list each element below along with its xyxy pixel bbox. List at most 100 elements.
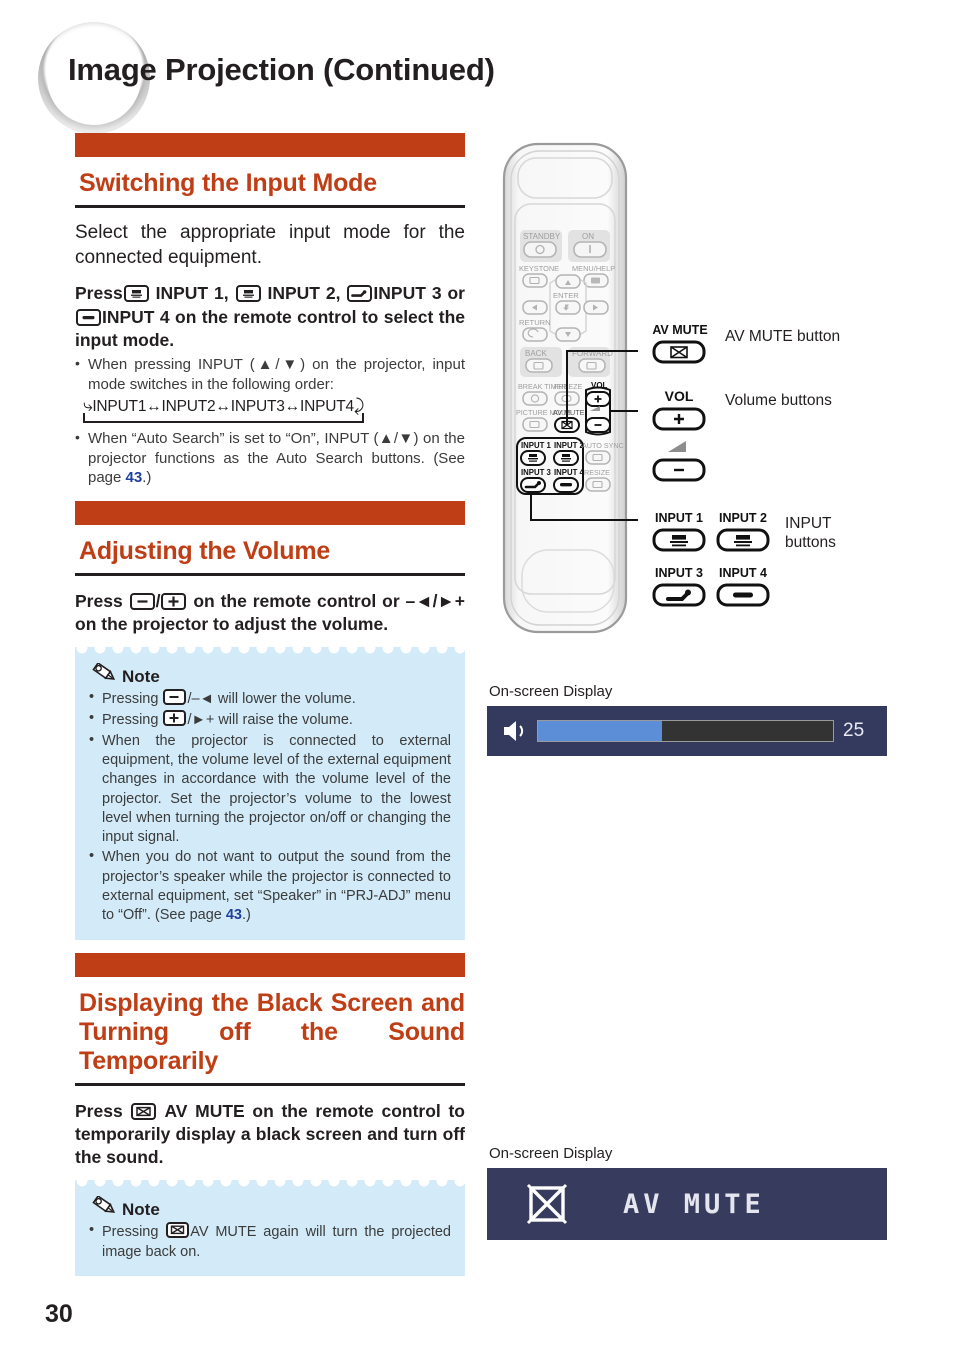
osd-caption: On-screen Display [489, 1145, 613, 1162]
page-number: 30 [45, 1300, 73, 1328]
callout-input-line1: INPUT [785, 515, 832, 532]
av-mute-icon [166, 1222, 190, 1239]
svg-text:INPUT 4: INPUT 4 [554, 468, 585, 477]
section-heading: Switching the Input Mode [79, 169, 377, 197]
heading-rule [75, 1082, 465, 1086]
cycle-text: INPUT1↔INPUT2↔INPUT3↔INPUT4 [92, 398, 354, 416]
input4-button-glyph [716, 583, 770, 607]
input4-text: INPUT 4 on the remote control to select … [75, 306, 465, 350]
bullet-auto-search: When “Auto Search” is set to “On”, INPUT… [75, 428, 465, 488]
page-title: Image Projection (Continued) [68, 52, 495, 87]
left-column: Switching the Input Mode Select the appr… [75, 133, 465, 1276]
volume-up-icon [163, 710, 187, 727]
note-item: Pressing /–◄ will lower the volume. [89, 688, 451, 709]
osd-caption: On-screen Display [489, 683, 613, 700]
input2-callout-label: INPUT 2 [719, 511, 767, 525]
input-cycle-diagram: ⤷INPUT1↔INPUT2↔INPUT3↔INPUT4⤸ [83, 396, 364, 424]
input2-text: INPUT 2, [267, 283, 341, 304]
section-lead-text: Select the appropriate input mode for th… [75, 222, 465, 268]
slash: / [155, 590, 161, 611]
callout-av-mute: AV MUTE [650, 323, 710, 370]
section-black-screen: Displaying the Black Screen and Turning … [75, 952, 465, 1276]
svg-text:STANDBY: STANDBY [523, 232, 561, 241]
page-ref-43: 43 [125, 469, 143, 487]
volume-wedge-icon [668, 440, 686, 452]
osd-avmute-text: AV MUTE [623, 1188, 765, 1220]
section-heading: Adjusting the Volume [79, 536, 331, 565]
section-heading: Displaying the Black Screen and Turning … [79, 988, 465, 1075]
note-item-pre: Pressing [102, 712, 163, 729]
callout-input-text: INPUT buttons [785, 514, 836, 553]
svg-text:INPUT 1: INPUT 1 [521, 441, 552, 450]
input3-button-glyph [652, 583, 706, 607]
press-instruction: Press / on the remote control or –◄/►+ o… [75, 590, 465, 637]
input1-button-glyph [652, 528, 706, 552]
section-accent-bar [75, 952, 465, 977]
remote-control-illustration: STANDBY ON KEYSTONE MENU/HELP ENTER RETU… [502, 142, 638, 634]
section-accent-bar [75, 500, 465, 525]
section-switching-input-mode: Switching the Input Mode Select the appr… [75, 133, 465, 488]
note-item: Pressing AV MUTE again will turn the pro… [89, 1221, 451, 1262]
av-mute-icon [131, 1102, 157, 1120]
pencil-icon [92, 663, 116, 681]
osd-avmute-group: On-screen Display AV MUTE [487, 1145, 887, 1240]
section-accent-bar [75, 133, 465, 157]
osd-volume-bar: 25 [487, 706, 887, 756]
press-word: Press [75, 590, 123, 611]
svg-text:AV MUTE: AV MUTE [553, 408, 585, 417]
volume-up-button-glyph [652, 407, 706, 430]
note-items: Pressing AV MUTE again will turn the pro… [89, 1221, 451, 1262]
press-instruction: Press AV MUTE on the remote control to t… [75, 1100, 465, 1170]
callout-volume-text: Volume buttons [725, 392, 832, 409]
svg-text:ON: ON [582, 232, 594, 241]
callout-input-line2: buttons [785, 534, 836, 552]
av-mute-button-glyph [652, 340, 706, 364]
callout-volume: VOL [650, 388, 710, 488]
av-mute-callout-label: AV MUTE [652, 323, 708, 337]
svg-text:ENTER: ENTER [553, 291, 579, 300]
svg-text:VOL: VOL [591, 381, 608, 390]
volume-down-icon [163, 689, 187, 706]
note-label: Note [122, 1200, 160, 1220]
bullet-auto-search-suffix: .) [142, 469, 152, 487]
volume-track[interactable] [537, 720, 834, 742]
note-item: When you do not want to output the sound… [89, 847, 451, 925]
input3-icon [347, 285, 373, 303]
svg-text:FREEZE: FREEZE [554, 382, 583, 391]
section1-bullets-2: When “Auto Search” is set to “On”, INPUT… [75, 428, 465, 488]
note-item: When the projector is connected to exter… [89, 731, 451, 848]
note-label: Note [122, 667, 160, 687]
volume-value: 25 [843, 720, 865, 741]
note-item-text: When you do not want to output the sound… [102, 849, 451, 924]
note-header: Note [91, 663, 451, 685]
callout-av-mute-text: AV MUTE button [725, 328, 841, 345]
speaker-icon [504, 721, 524, 741]
svg-text:INPUT 2: INPUT 2 [554, 441, 585, 450]
input4-callout-label: INPUT 4 [719, 566, 767, 580]
manual-page: Image Projection (Continued) Switching t… [0, 0, 954, 1352]
section-adjusting-volume: Adjusting the Volume Press / on the remo… [75, 500, 465, 940]
note-scallop-edge [75, 647, 465, 657]
volume-down-icon [129, 592, 155, 610]
press-word: Press [75, 283, 123, 304]
press-instruction: Press INPUT 1, INPUT 2, INPUT 3 or INPUT… [75, 282, 465, 352]
input1-callout-label: INPUT 1 [655, 511, 703, 525]
note-items: Pressing /–◄ will lower the volume. Pres… [89, 688, 451, 925]
note-item-suffix: .) [242, 907, 251, 924]
heading-rule [75, 205, 465, 208]
input1-text: INPUT 1, [155, 283, 229, 304]
note-item-pre: Pressing [102, 1224, 166, 1241]
note-item-pre: Pressing [102, 691, 163, 708]
input4-icon [76, 308, 101, 326]
heading-rule [75, 572, 465, 576]
input1-icon [123, 285, 149, 303]
note-box: Note Pressing /–◄ will lower the volume.… [75, 647, 465, 940]
input3-callout-label: INPUT 3 [655, 566, 703, 580]
press-word: Press [75, 1100, 123, 1121]
note-item-text: /–◄ will lower the volume. [187, 691, 356, 708]
svg-text:RETURN: RETURN [519, 318, 551, 327]
pencil-icon [92, 1196, 116, 1214]
osd-avmute-banner: AV MUTE [487, 1168, 887, 1240]
svg-text:BACK: BACK [525, 349, 547, 358]
svg-text:KEYSTONE: KEYSTONE [519, 264, 559, 273]
